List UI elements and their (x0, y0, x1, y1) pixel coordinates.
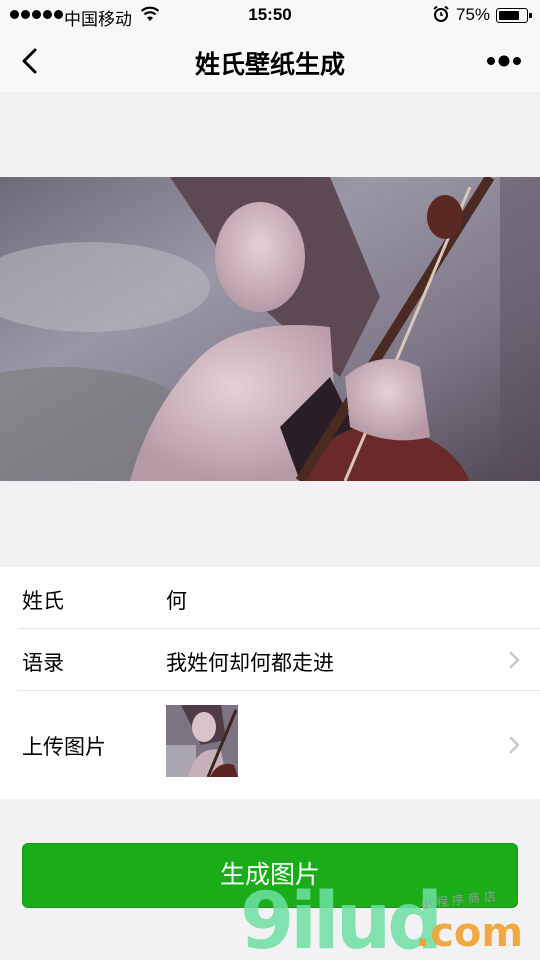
quote-value[interactable]: 我姓何却何都走进 (166, 647, 334, 677)
wallpaper-form: 姓氏 何 语录 我姓何却何都走进 上传图片 (0, 567, 540, 799)
uploaded-image-thumbnail[interactable] (166, 705, 238, 777)
quote-row[interactable]: 语录 我姓何却何都走进 (18, 629, 540, 691)
quote-label: 语录 (22, 652, 64, 675)
more-dots-icon[interactable] (486, 54, 522, 68)
chevron-right-icon (508, 735, 522, 755)
surname-row[interactable]: 姓氏 何 (18, 567, 540, 629)
battery-level-fill (499, 11, 519, 20)
banner-photo (0, 177, 540, 481)
battery-icon (496, 8, 532, 23)
watermark-domain: .com (415, 910, 524, 956)
navigation-bar: 姓氏壁纸生成 (0, 30, 540, 92)
surname-label: 姓氏 (22, 590, 64, 613)
upload-image-row[interactable]: 上传图片 (18, 691, 540, 799)
page-title: 姓氏壁纸生成 (194, 51, 345, 79)
upload-image-label: 上传图片 (22, 736, 106, 759)
status-bar: 中国移动 15:50 75% (0, 0, 540, 30)
battery-percent: 75% (456, 5, 491, 24)
alarm-icon (432, 5, 450, 28)
chevron-right-icon (508, 650, 522, 670)
surname-input[interactable]: 何 (166, 585, 187, 615)
generate-image-button[interactable]: 生成图片 (22, 843, 518, 908)
